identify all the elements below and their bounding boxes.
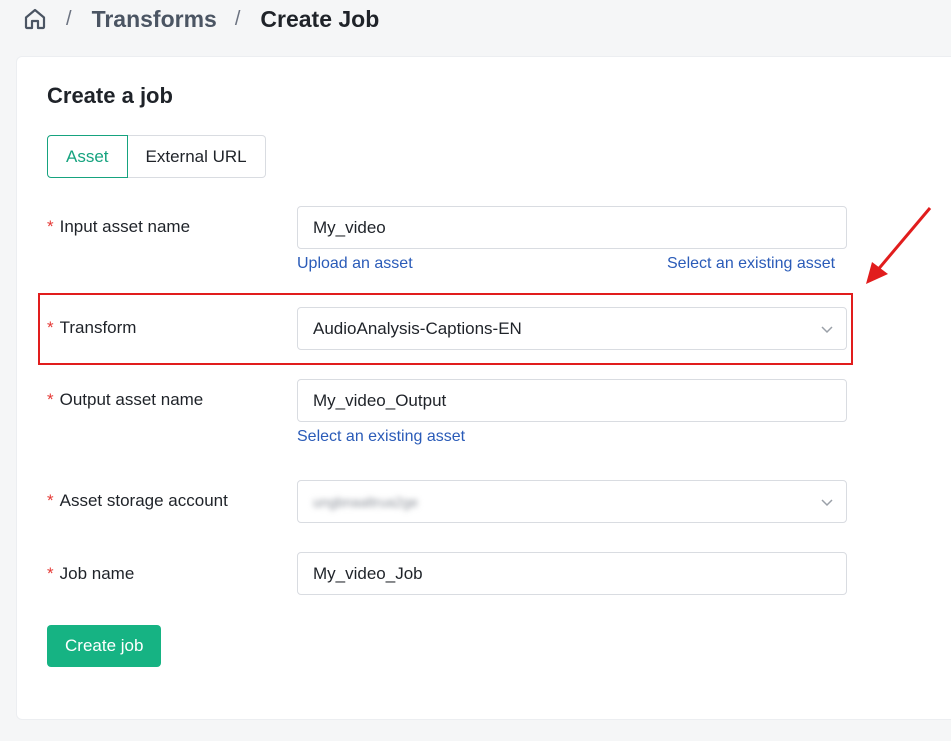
job-name-label: * Job name	[47, 564, 134, 584]
breadcrumb-separator: /	[66, 7, 72, 30]
select-existing-output-asset-link[interactable]: Select an existing asset	[297, 428, 465, 446]
input-asset-field[interactable]: My_video	[297, 206, 847, 249]
job-name-field[interactable]: My_video_Job	[297, 552, 847, 595]
source-type-tabs: Asset External URL	[47, 135, 266, 178]
required-marker: *	[47, 217, 54, 236]
storage-account-label-text: Asset storage account	[59, 491, 228, 510]
create-job-button[interactable]: Create job	[47, 625, 162, 667]
output-asset-value: My_video_Output	[313, 390, 447, 410]
breadcrumb-transforms-link[interactable]: Transforms	[92, 6, 217, 33]
required-marker: *	[47, 318, 54, 337]
job-name-label-text: Job name	[59, 564, 135, 583]
chevron-down-icon	[820, 322, 834, 336]
job-name-value: My_video_Job	[313, 563, 423, 583]
output-asset-label-text: Output asset name	[59, 390, 204, 409]
storage-account-label: * Asset storage account	[47, 491, 228, 511]
breadcrumb-current-page: Create Job	[260, 5, 380, 32]
create-job-card: Create a job Asset External URL * Input a…	[16, 56, 951, 720]
upload-asset-link[interactable]: Upload an asset	[297, 255, 413, 273]
tab-external-url[interactable]: External URL	[127, 135, 266, 178]
transform-select[interactable]: AudioAnalysis-Captions-EN	[297, 307, 847, 350]
output-asset-field[interactable]: My_video_Output	[297, 379, 847, 422]
tab-asset[interactable]: Asset	[47, 135, 128, 178]
input-asset-value: My_video	[313, 217, 386, 237]
transform-label: * Transform	[47, 318, 136, 338]
chevron-down-icon	[820, 495, 834, 509]
output-asset-label: * Output asset name	[47, 390, 203, 410]
card-title: Create a job	[47, 83, 173, 108]
required-marker: *	[47, 564, 54, 583]
annotation-arrow-icon	[866, 207, 932, 284]
required-marker: *	[47, 390, 54, 409]
transform-label-text: Transform	[59, 318, 137, 337]
storage-account-select[interactable]: ungbnaaltrua2ge	[297, 480, 847, 523]
breadcrumb: / Transforms / Create Job	[22, 0, 379, 38]
input-asset-label: * Input asset name	[47, 217, 190, 237]
required-marker: *	[47, 491, 54, 510]
home-icon[interactable]	[22, 6, 48, 32]
select-existing-input-asset-link[interactable]: Select an existing asset	[667, 255, 835, 273]
input-asset-label-text: Input asset name	[59, 217, 191, 236]
storage-account-value: ungbnaaltrua2ge	[313, 493, 419, 510]
breadcrumb-separator: /	[234, 7, 241, 30]
transform-value: AudioAnalysis-Captions-EN	[313, 318, 522, 338]
